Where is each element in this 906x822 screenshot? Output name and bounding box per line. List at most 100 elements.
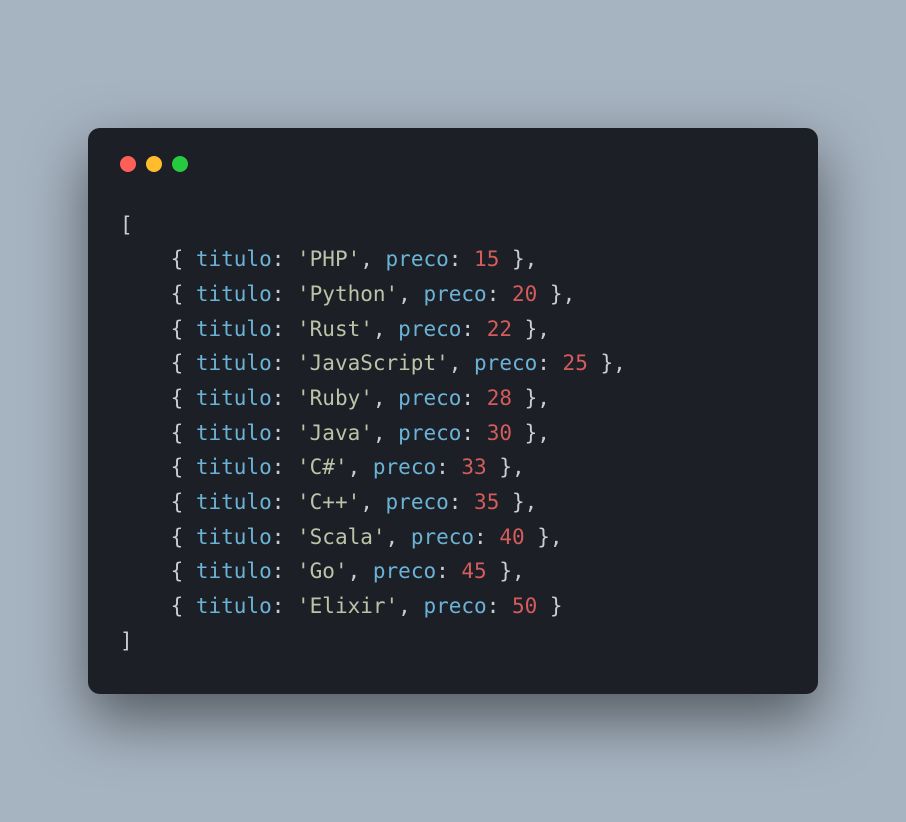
colon: : <box>272 559 297 583</box>
colon: : <box>487 282 512 306</box>
colon: : <box>436 455 461 479</box>
key-titulo: titulo <box>196 282 272 306</box>
open-brace: { <box>171 559 196 583</box>
key-titulo: titulo <box>196 386 272 410</box>
close-brace: }, <box>487 455 525 479</box>
colon: : <box>461 317 486 341</box>
code-line: { titulo: 'Scala', preco: 40 }, <box>120 520 786 555</box>
close-brace: }, <box>588 351 626 375</box>
colon: : <box>272 421 297 445</box>
key-preco: preco <box>373 559 436 583</box>
key-titulo: titulo <box>196 594 272 618</box>
code-line: { titulo: 'PHP', preco: 15 }, <box>120 242 786 277</box>
string-value: 'JavaScript' <box>297 351 449 375</box>
open-bracket: [ <box>120 213 133 237</box>
key-titulo: titulo <box>196 490 272 514</box>
code-line: { titulo: 'Elixir', preco: 50 } <box>120 589 786 624</box>
colon: : <box>474 525 499 549</box>
string-value: 'C#' <box>297 455 348 479</box>
code-line: { titulo: 'C++', preco: 35 }, <box>120 485 786 520</box>
comma: , <box>348 559 373 583</box>
number-value: 33 <box>461 455 486 479</box>
string-value: 'PHP' <box>297 247 360 271</box>
comma: , <box>348 455 373 479</box>
key-titulo: titulo <box>196 421 272 445</box>
close-brace: }, <box>512 421 550 445</box>
open-brace: { <box>171 455 196 479</box>
key-preco: preco <box>423 594 486 618</box>
colon: : <box>449 247 474 271</box>
close-brace: }, <box>525 525 563 549</box>
comma: , <box>386 525 411 549</box>
minimize-icon[interactable] <box>146 156 162 172</box>
colon: : <box>537 351 562 375</box>
close-bracket: ] <box>120 629 133 653</box>
code-line: { titulo: 'Ruby', preco: 28 }, <box>120 381 786 416</box>
string-value: 'Scala' <box>297 525 386 549</box>
code-line: { titulo: 'Java', preco: 30 }, <box>120 416 786 451</box>
close-brace: }, <box>512 317 550 341</box>
colon: : <box>272 525 297 549</box>
open-brace: { <box>171 282 196 306</box>
colon: : <box>487 594 512 618</box>
open-brace: { <box>171 351 196 375</box>
code-line: { titulo: 'JavaScript', preco: 25 }, <box>120 346 786 381</box>
string-value: 'C++' <box>297 490 360 514</box>
comma: , <box>373 421 398 445</box>
key-preco: preco <box>474 351 537 375</box>
key-preco: preco <box>398 317 461 341</box>
colon: : <box>272 455 297 479</box>
key-titulo: titulo <box>196 317 272 341</box>
key-preco: preco <box>398 421 461 445</box>
code-line: { titulo: 'Go', preco: 45 }, <box>120 554 786 589</box>
close-icon[interactable] <box>120 156 136 172</box>
number-value: 25 <box>563 351 588 375</box>
open-brace: { <box>171 247 196 271</box>
window-titlebar <box>120 156 786 172</box>
key-preco: preco <box>423 282 486 306</box>
code-window: [{ titulo: 'PHP', preco: 15 },{ titulo: … <box>88 128 818 694</box>
comma: , <box>373 317 398 341</box>
key-preco: preco <box>411 525 474 549</box>
string-value: 'Java' <box>297 421 373 445</box>
close-brace: } <box>537 594 562 618</box>
close-brace: }, <box>512 386 550 410</box>
number-value: 20 <box>512 282 537 306</box>
number-value: 40 <box>499 525 524 549</box>
key-preco: preco <box>386 490 449 514</box>
key-preco: preco <box>398 386 461 410</box>
string-value: 'Ruby' <box>297 386 373 410</box>
colon: : <box>272 490 297 514</box>
open-brace: { <box>171 525 196 549</box>
string-value: 'Rust' <box>297 317 373 341</box>
colon: : <box>449 490 474 514</box>
open-brace: { <box>171 594 196 618</box>
number-value: 50 <box>512 594 537 618</box>
key-preco: preco <box>386 247 449 271</box>
comma: , <box>449 351 474 375</box>
close-brace: }, <box>487 559 525 583</box>
number-value: 22 <box>487 317 512 341</box>
number-value: 45 <box>461 559 486 583</box>
colon: : <box>272 317 297 341</box>
close-brace: }, <box>537 282 575 306</box>
maximize-icon[interactable] <box>172 156 188 172</box>
code-line: ] <box>120 624 786 659</box>
colon: : <box>272 386 297 410</box>
number-value: 15 <box>474 247 499 271</box>
colon: : <box>272 351 297 375</box>
key-preco: preco <box>373 455 436 479</box>
number-value: 30 <box>487 421 512 445</box>
close-brace: }, <box>499 490 537 514</box>
code-line: { titulo: 'Python', preco: 20 }, <box>120 277 786 312</box>
colon: : <box>272 282 297 306</box>
colon: : <box>272 594 297 618</box>
comma: , <box>373 386 398 410</box>
open-brace: { <box>171 386 196 410</box>
comma: , <box>398 282 423 306</box>
key-titulo: titulo <box>196 525 272 549</box>
number-value: 28 <box>487 386 512 410</box>
close-brace: }, <box>499 247 537 271</box>
key-titulo: titulo <box>196 247 272 271</box>
open-brace: { <box>171 490 196 514</box>
